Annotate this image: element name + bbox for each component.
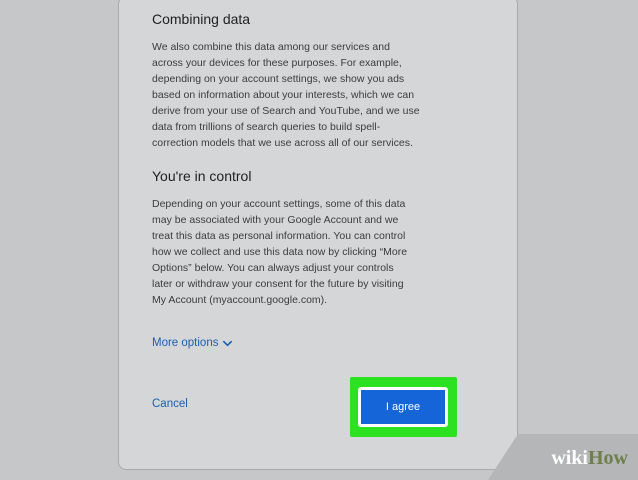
section-heading-youre-in-control: You're in control	[152, 168, 252, 184]
body-line: based on information about your interest…	[152, 89, 415, 101]
section-heading-combining-data: Combining data	[152, 11, 251, 27]
chevron-down-icon	[223, 340, 233, 346]
body-line: treat this data as personal information.…	[152, 230, 406, 242]
agree-button[interactable]: I agree	[358, 387, 448, 427]
more-options-link[interactable]: More options	[152, 337, 233, 349]
watermark-wiki: wiki	[551, 447, 588, 469]
body-line: data from trillions of search queries to…	[152, 121, 381, 133]
body-line: We also combine this data among our serv…	[152, 41, 390, 53]
body-line: depending on your account settings, we s…	[152, 73, 405, 85]
body-line: across your devices for these purposes. …	[152, 57, 402, 69]
body-line: My Account (myaccount.google.com).	[152, 294, 328, 306]
cancel-button[interactable]: Cancel	[152, 398, 188, 410]
body-line: later or withdraw your consent for the f…	[152, 278, 404, 290]
body-line: may be associated with your Google Accou…	[152, 214, 399, 226]
section-body-youre-in-control: Depending on your account settings, some…	[152, 196, 452, 308]
wikihow-watermark: wikiHow	[551, 447, 628, 470]
body-line: how we collect and use this data now by …	[152, 246, 408, 258]
body-line: Options” below. You can always adjust yo…	[152, 262, 394, 274]
watermark-how: How	[588, 447, 628, 469]
body-line: Depending on your account settings, some…	[152, 198, 406, 210]
more-options-label: More options	[152, 337, 219, 349]
body-line: correction models that we use across all…	[152, 137, 413, 149]
body-line: derive from your use of Search and YouTu…	[152, 105, 420, 117]
section-body-combining-data: We also combine this data among our serv…	[152, 39, 452, 151]
